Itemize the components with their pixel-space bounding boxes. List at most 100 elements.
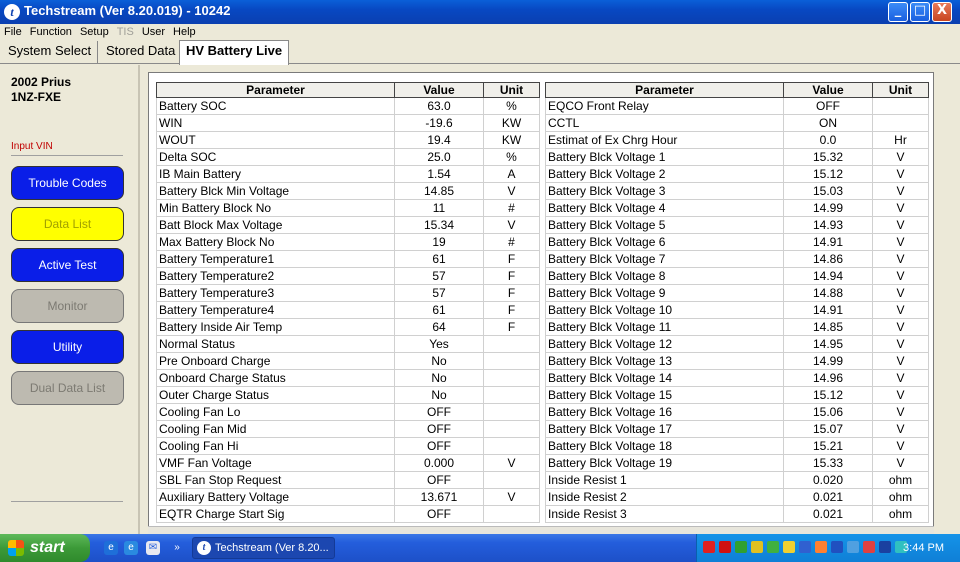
- table-row[interactable]: Battery SOC 63.0%: [156, 97, 540, 115]
- dual-data-list-button[interactable]: Dual Data List: [11, 371, 124, 405]
- table-row[interactable]: SBL Fan Stop Request OFF: [156, 471, 540, 489]
- tray-app-icon[interactable]: [703, 541, 715, 553]
- table-row[interactable]: Battery Blck Voltage 13 14.99 V: [545, 352, 929, 370]
- table-row[interactable]: VMF Fan Voltage 0.000 V: [156, 454, 540, 472]
- table-row[interactable]: CCTL ON: [545, 114, 929, 132]
- tray-app-icon[interactable]: [863, 541, 875, 553]
- tray-app-icon[interactable]: [879, 541, 891, 553]
- ie-quicklaunch-icon[interactable]: e: [124, 541, 138, 555]
- taskbar-techstream-item[interactable]: t Techstream (Ver 8.20...: [192, 537, 335, 559]
- table-row[interactable]: Inside Resist 3 0.021 ohm: [545, 505, 929, 523]
- table-row[interactable]: Outer Charge Status No: [156, 386, 540, 404]
- table-row[interactable]: Battery Blck Voltage 1 15.32 V: [545, 148, 929, 166]
- menu-setup[interactable]: Setup: [76, 24, 113, 40]
- table-row[interactable]: Battery Blck Voltage 14 14.96 V: [545, 369, 929, 387]
- tray-app-icon[interactable]: [719, 541, 731, 553]
- vehicle-engine: 1NZ-FXE: [11, 90, 62, 104]
- table-row[interactable]: Cooling Fan Hi OFF: [156, 437, 540, 455]
- start-button[interactable]: start: [0, 534, 90, 562]
- monitor-button[interactable]: Monitor: [11, 289, 124, 323]
- table-row[interactable]: IB Main Battery 1.54 A: [156, 165, 540, 183]
- table-row[interactable]: Estimat of Ex Chrg Hour 0.0 Hr: [545, 131, 929, 149]
- parameter-unit-cell: V: [872, 165, 929, 183]
- table-row[interactable]: Battery Temperature4 61 F: [156, 301, 540, 319]
- techstream-app-icon[interactable]: t: [4, 4, 20, 20]
- table-row[interactable]: Battery Blck Voltage 3 15.03 V: [545, 182, 929, 200]
- tray-app-icon[interactable]: [783, 541, 795, 553]
- table-row[interactable]: Onboard Charge Status No: [156, 369, 540, 387]
- table-row[interactable]: EQTR Charge Start Sig OFF: [156, 505, 540, 523]
- table-row[interactable]: Battery Temperature2 57 F: [156, 267, 540, 285]
- minimize-button[interactable]: _: [888, 2, 908, 22]
- trouble-codes-button[interactable]: Trouble Codes: [11, 166, 124, 200]
- tray-app-icon[interactable]: [767, 541, 779, 553]
- table-row[interactable]: WOUT 19.4 KW: [156, 131, 540, 149]
- table-row[interactable]: Batt Block Max Voltage 15.34 V: [156, 216, 540, 234]
- table-row[interactable]: Battery Blck Voltage 15 15.12 V: [545, 386, 929, 404]
- table-row[interactable]: Normal Status Yes: [156, 335, 540, 353]
- tray-app-icon[interactable]: [847, 541, 859, 553]
- value-header[interactable]: Value: [394, 82, 484, 98]
- table-row[interactable]: Battery Blck Voltage 16 15.06 V: [545, 403, 929, 421]
- table-row[interactable]: Auxiliary Battery Voltage 13.671 V: [156, 488, 540, 506]
- table-row[interactable]: Delta SOC 25.0%: [156, 148, 540, 166]
- utility-button[interactable]: Utility: [11, 330, 124, 364]
- table-row[interactable]: Min Battery Block No 11 #: [156, 199, 540, 217]
- horizontal-scrollbar[interactable]: [148, 526, 934, 534]
- table-row[interactable]: Max Battery Block No 19 #: [156, 233, 540, 251]
- table-row[interactable]: Battery Blck Voltage 19 15.33 V: [545, 454, 929, 472]
- table-row[interactable]: Inside Resist 1 0.020 ohm: [545, 471, 929, 489]
- chevron-right-icon[interactable]: »: [170, 541, 184, 555]
- tray-app-icon[interactable]: [751, 541, 763, 553]
- parameter-header[interactable]: Parameter: [545, 82, 784, 98]
- table-row[interactable]: Pre Onboard Charge No: [156, 352, 540, 370]
- table-row[interactable]: Battery Blck Voltage 6 14.91 V: [545, 233, 929, 251]
- tray-app-icon[interactable]: [735, 541, 747, 553]
- parameter-value-cell: OFF: [394, 505, 484, 523]
- table-row[interactable]: Battery Blck Voltage 4 14.99 V: [545, 199, 929, 217]
- table-row[interactable]: Battery Blck Voltage 12 14.95 V: [545, 335, 929, 353]
- unit-header[interactable]: Unit: [872, 82, 929, 98]
- table-row[interactable]: Battery Temperature3 57 F: [156, 284, 540, 302]
- menu-user[interactable]: User: [138, 24, 169, 40]
- table-row[interactable]: Battery Blck Voltage 2 15.12 V: [545, 165, 929, 183]
- tray-app-icon[interactable]: [831, 541, 843, 553]
- parameter-value-cell: 15.03: [783, 182, 873, 200]
- table-row[interactable]: Battery Blck Voltage 9 14.88 V: [545, 284, 929, 302]
- tab-stored-data[interactable]: Stored Data: [100, 41, 183, 63]
- table-row[interactable]: Cooling Fan Mid OFF: [156, 420, 540, 438]
- parameter-header[interactable]: Parameter: [156, 82, 395, 98]
- menu-help[interactable]: Help: [169, 24, 200, 40]
- table-row[interactable]: Battery Blck Voltage 5 14.93 V: [545, 216, 929, 234]
- table-row[interactable]: EQCO Front Relay OFF: [545, 97, 929, 115]
- table-row[interactable]: Battery Inside Air Temp 64 F: [156, 318, 540, 336]
- table-row[interactable]: Cooling Fan Lo OFF: [156, 403, 540, 421]
- table-row[interactable]: Battery Blck Voltage 10 14.91 V: [545, 301, 929, 319]
- tab-hv-battery-live[interactable]: HV Battery Live: [179, 40, 290, 65]
- table-row[interactable]: WIN -19.6 KW: [156, 114, 540, 132]
- active-test-button[interactable]: Active Test: [11, 248, 124, 282]
- data-list-button[interactable]: Data List: [11, 207, 124, 241]
- table-row[interactable]: Battery Blck Voltage 7 14.86 V: [545, 250, 929, 268]
- ie-quicklaunch-icon[interactable]: e: [104, 541, 118, 555]
- table-row[interactable]: Battery Blck Voltage 11 14.85 V: [545, 318, 929, 336]
- unit-header[interactable]: Unit: [483, 82, 540, 98]
- menu-function[interactable]: Function: [26, 24, 76, 40]
- maximize-button[interactable]: □: [910, 2, 930, 22]
- tray-app-icon[interactable]: [815, 541, 827, 553]
- tab-system-select[interactable]: System Select: [2, 41, 99, 63]
- parameter-name-cell: Battery Blck Voltage 13: [545, 352, 784, 370]
- mail-icon[interactable]: ✉: [146, 541, 160, 555]
- value-header[interactable]: Value: [783, 82, 873, 98]
- menu-file[interactable]: File: [0, 24, 26, 40]
- close-button[interactable]: X: [932, 2, 952, 22]
- table-row[interactable]: Battery Blck Min Voltage 14.85 V: [156, 182, 540, 200]
- table-row[interactable]: Battery Blck Voltage 8 14.94 V: [545, 267, 929, 285]
- input-vin-link[interactable]: Input VIN: [11, 141, 53, 152]
- table-row[interactable]: Battery Blck Voltage 17 15.07 V: [545, 420, 929, 438]
- tray-app-icon[interactable]: [799, 541, 811, 553]
- table-row[interactable]: Inside Resist 2 0.021 ohm: [545, 488, 929, 506]
- parameter-name-cell: Battery Blck Voltage 8: [545, 267, 784, 285]
- table-row[interactable]: Battery Blck Voltage 18 15.21 V: [545, 437, 929, 455]
- table-row[interactable]: Battery Temperature1 61 F: [156, 250, 540, 268]
